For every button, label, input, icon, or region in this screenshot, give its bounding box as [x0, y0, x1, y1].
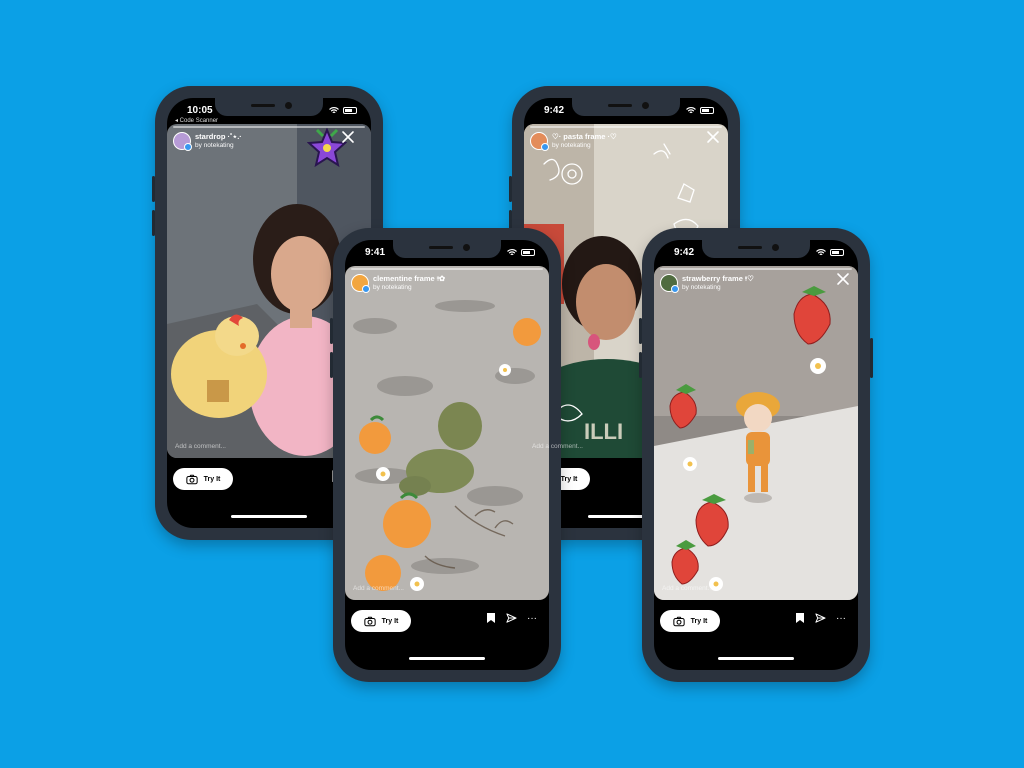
battery-icon	[521, 248, 535, 256]
try-it-label: Try It	[203, 475, 221, 483]
battery-icon	[343, 106, 357, 114]
comment-input[interactable]: Add a comment...	[353, 585, 404, 592]
filter-name[interactable]: stardrop ·˚⋆.·	[195, 132, 242, 141]
send-icon[interactable]	[506, 613, 517, 624]
strawberry-stickers	[669, 286, 831, 591]
wifi-icon	[507, 248, 517, 256]
camera-icon	[673, 616, 685, 627]
battery-icon	[700, 106, 714, 114]
wifi-icon	[816, 248, 826, 256]
phone-strawberry: 9:42 strawberry frame ᵎᵎ♡ by notekating …	[639, 228, 873, 682]
try-it-button[interactable]: Try It	[173, 468, 233, 490]
camera-icon	[364, 616, 376, 627]
status-time: 9:42	[544, 105, 565, 116]
story-preview[interactable]: strawberry frame ᵎᵎ♡ by notekating Add a…	[654, 266, 858, 600]
clementine-stickers	[359, 318, 541, 591]
home-indicator[interactable]	[409, 657, 485, 660]
send-icon[interactable]	[815, 613, 826, 624]
wifi-icon	[329, 106, 339, 114]
close-icon[interactable]	[341, 130, 355, 144]
progress-bar	[530, 126, 722, 128]
status-time: 9:42	[674, 247, 695, 258]
back-to-app-link[interactable]: ◂ Code Scanner	[175, 117, 218, 124]
filter-name[interactable]: ♡· pasta frame ·♡	[552, 132, 617, 141]
comment-input[interactable]: Add a comment...	[662, 585, 713, 592]
comment-input[interactable]: Add a comment...	[532, 443, 583, 450]
more-options-icon[interactable]: ···	[527, 613, 537, 624]
screen: 9:41 clementine frame ᵎᵎ✿ by notekating …	[345, 240, 549, 670]
progress-bar	[351, 268, 543, 270]
battery-icon	[830, 248, 844, 256]
filter-name[interactable]: clementine frame ᵎᵎ✿	[373, 274, 445, 283]
close-icon[interactable]	[836, 272, 850, 286]
home-indicator[interactable]	[231, 515, 307, 518]
filter-author[interactable]: by notekating	[373, 283, 445, 292]
phone-clementine: 9:41 clementine frame ᵎᵎ✿ by notekating …	[330, 228, 561, 682]
creator-avatar[interactable]	[660, 274, 679, 293]
creator-avatar[interactable]	[351, 274, 370, 293]
wifi-icon	[686, 106, 696, 114]
filter-author[interactable]: by notekating	[195, 141, 242, 150]
creator-avatar[interactable]	[173, 132, 192, 151]
home-indicator[interactable]	[718, 657, 794, 660]
try-it-label: Try It	[690, 617, 708, 625]
bookmark-icon[interactable]	[795, 612, 805, 624]
try-it-button[interactable]: Try It	[660, 610, 720, 632]
status-time: 10:05	[187, 105, 213, 116]
comment-input[interactable]: Add a comment...	[175, 443, 226, 450]
bookmark-icon[interactable]	[486, 612, 496, 624]
try-it-label: Try It	[560, 475, 578, 483]
status-time: 9:41	[365, 247, 386, 258]
camera-icon	[186, 474, 198, 485]
filter-name[interactable]: strawberry frame ᵎᵎ♡	[682, 274, 754, 283]
progress-bar	[173, 126, 365, 128]
progress-bar	[660, 268, 852, 270]
try-it-button[interactable]: Try It	[351, 610, 411, 632]
try-it-label: Try It	[381, 617, 399, 625]
screen: 9:42 strawberry frame ᵎᵎ♡ by notekating …	[654, 240, 858, 670]
more-options-icon[interactable]: ···	[836, 613, 846, 624]
creator-avatar[interactable]	[530, 132, 549, 151]
story-preview[interactable]: clementine frame ᵎᵎ✿ by notekating Add a…	[345, 266, 549, 600]
close-icon[interactable]	[706, 130, 720, 144]
filter-author[interactable]: by notekating	[682, 283, 754, 292]
filter-author[interactable]: by notekating	[552, 141, 617, 150]
